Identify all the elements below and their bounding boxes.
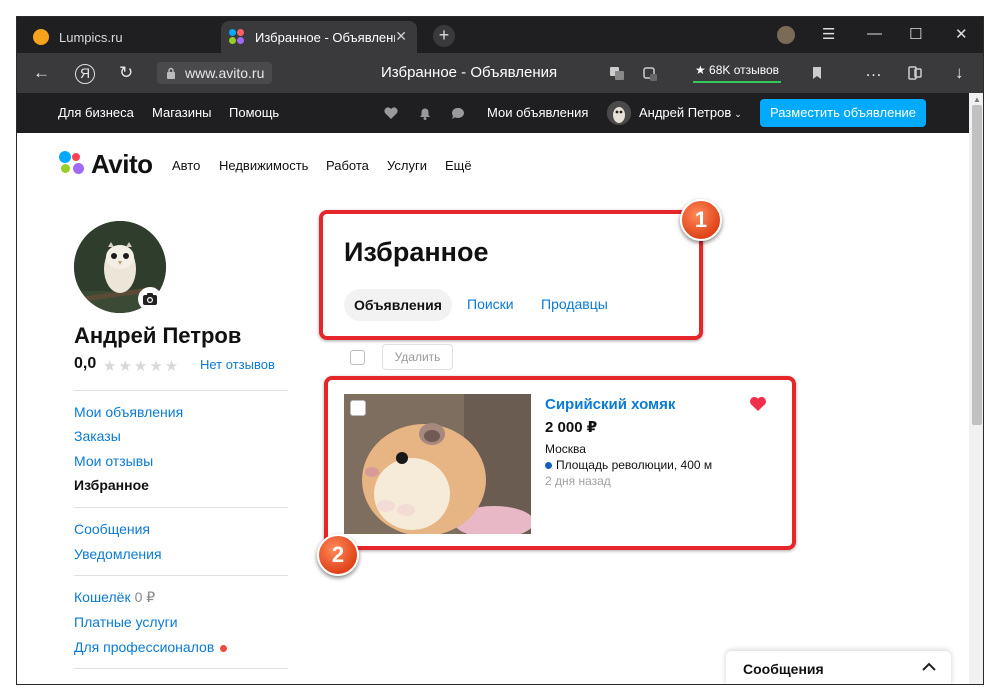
new-badge-icon [220, 644, 228, 652]
download-icon[interactable]: ↓ [955, 63, 964, 83]
sidebar-item-notifications[interactable]: Уведомления [74, 546, 162, 562]
chevron-down-icon: ⌄ [734, 109, 742, 119]
scroll-up-icon[interactable]: ▲ [973, 95, 981, 104]
sidebar-item-orders[interactable]: Заказы [74, 428, 121, 444]
back-icon[interactable]: ← [33, 63, 50, 83]
messages-widget-label: Сообщения [743, 661, 824, 677]
user-avatar[interactable] [607, 101, 631, 125]
sidebar-item-favorites[interactable]: Избранное [74, 477, 149, 493]
for-business-link[interactable]: Для бизнеса [58, 105, 134, 120]
close-tab-icon[interactable]: ✕ [395, 28, 407, 45]
sidebar-item-wallet[interactable]: Кошелёк 0 ₽ [74, 589, 155, 606]
my-ads-link[interactable]: Мои объявления [487, 105, 588, 120]
heart-icon[interactable] [383, 105, 399, 121]
lock-icon [167, 67, 175, 79]
page-scrollbar[interactable]: ▲ [969, 93, 983, 684]
shops-link[interactable]: Магазины [152, 105, 212, 120]
logo-text: Avito [91, 149, 153, 179]
wallet-label: Кошелёк [74, 589, 131, 605]
translate-icon[interactable] [609, 65, 625, 81]
yandex-icon[interactable]: Я [75, 64, 95, 84]
messages-widget[interactable]: Сообщения [726, 651, 951, 684]
delete-button[interactable]: Удалить [382, 344, 453, 370]
lumpics-favicon-icon [33, 29, 49, 45]
change-photo-button[interactable] [138, 287, 162, 311]
professionals-label: Для профессионалов [74, 639, 215, 655]
divider [74, 390, 288, 391]
tab-lumpics[interactable]: Lumpics.ru [25, 21, 221, 53]
tab-avito-favorites[interactable]: Избранное - Объявления ✕ [221, 21, 417, 53]
new-tab-button[interactable]: + [433, 25, 455, 47]
annotation-box-1 [319, 210, 703, 340]
url-text: www.avito.ru [185, 65, 265, 81]
user-name: Андрей Петров [639, 105, 732, 120]
scrollbar-thumb[interactable] [972, 105, 982, 425]
tab-bar: Lumpics.ru Избранное - Объявления ✕ + ☰ … [17, 17, 983, 53]
divider [74, 575, 288, 576]
user-menu[interactable]: Андрей Петров ⌄ [639, 105, 742, 120]
sidebar-item-professionals[interactable]: Для профессионалов [74, 639, 228, 655]
nav-jobs[interactable]: Работа [326, 158, 369, 173]
more-icon[interactable]: … [865, 61, 882, 81]
owl-avatar-icon [607, 101, 631, 125]
avito-favicon-icon [229, 29, 245, 45]
bell-icon[interactable] [417, 105, 433, 121]
collections-icon[interactable] [907, 65, 923, 81]
sidebar-item-my-reviews[interactable]: Мои отзывы [74, 453, 153, 469]
help-link[interactable]: Помощь [229, 105, 279, 120]
reviews-text: ★ 68K отзывов [694, 63, 780, 77]
reload-icon[interactable]: ↻ [119, 63, 133, 83]
chat-icon[interactable] [450, 105, 466, 121]
maximize-icon[interactable]: ☐ [909, 25, 922, 43]
nav-services[interactable]: Услуги [387, 158, 427, 173]
divider [74, 507, 288, 508]
no-reviews-link[interactable]: Нет отзывов [200, 357, 275, 372]
divider [74, 668, 288, 669]
menu-icon[interactable]: ☰ [822, 25, 835, 43]
profile-avatar-icon[interactable] [777, 26, 795, 44]
extension-icon[interactable] [642, 65, 658, 81]
annotation-box-2 [324, 376, 796, 550]
bookmark-icon[interactable] [809, 65, 825, 81]
camera-icon [143, 293, 157, 305]
tab-title: Lumpics.ru [59, 29, 123, 45]
address-bar: ← Я ↻ www.avito.ru Избранное - Объявлени… [17, 53, 983, 93]
select-all-checkbox[interactable] [350, 350, 365, 365]
reviews-badge[interactable]: ★ 68K отзывов [691, 61, 783, 85]
sidebar-item-my-ads[interactable]: Мои объявления [74, 404, 183, 420]
nav-auto[interactable]: Авто [172, 158, 200, 173]
avito-logo[interactable]: Avito [59, 148, 159, 179]
annotation-badge-1: 1 [680, 199, 722, 241]
nav-more[interactable]: Ещё [445, 158, 472, 173]
browser-window: Lumpics.ru Избранное - Объявления ✕ + ☰ … [16, 16, 984, 685]
url-field[interactable]: www.avito.ru [157, 62, 273, 84]
wallet-value: 0 ₽ [134, 589, 156, 605]
rating-value: 0,0 [74, 355, 97, 372]
sidebar-item-paid-services[interactable]: Платные услуги [74, 614, 178, 630]
close-window-icon[interactable]: ✕ [955, 25, 968, 43]
tab-title: Избранное - Объявления [255, 29, 395, 45]
nav-realty[interactable]: Недвижимость [219, 158, 308, 173]
post-ad-button[interactable]: Разместить объявление [760, 99, 926, 127]
sidebar-item-messages[interactable]: Сообщения [74, 521, 150, 537]
reviews-bar [693, 81, 781, 83]
annotation-badge-2: 2 [317, 534, 359, 576]
site-top-bar: Для бизнеса Магазины Помощь Мои объявлен… [17, 93, 969, 133]
page-title: Избранное - Объявления [381, 64, 558, 81]
minimize-icon[interactable]: — [867, 25, 882, 42]
rating-stars-icon: ★★★★★ [103, 358, 181, 375]
profile-name: Андрей Петров [74, 323, 242, 348]
chevron-up-icon[interactable] [922, 662, 936, 672]
